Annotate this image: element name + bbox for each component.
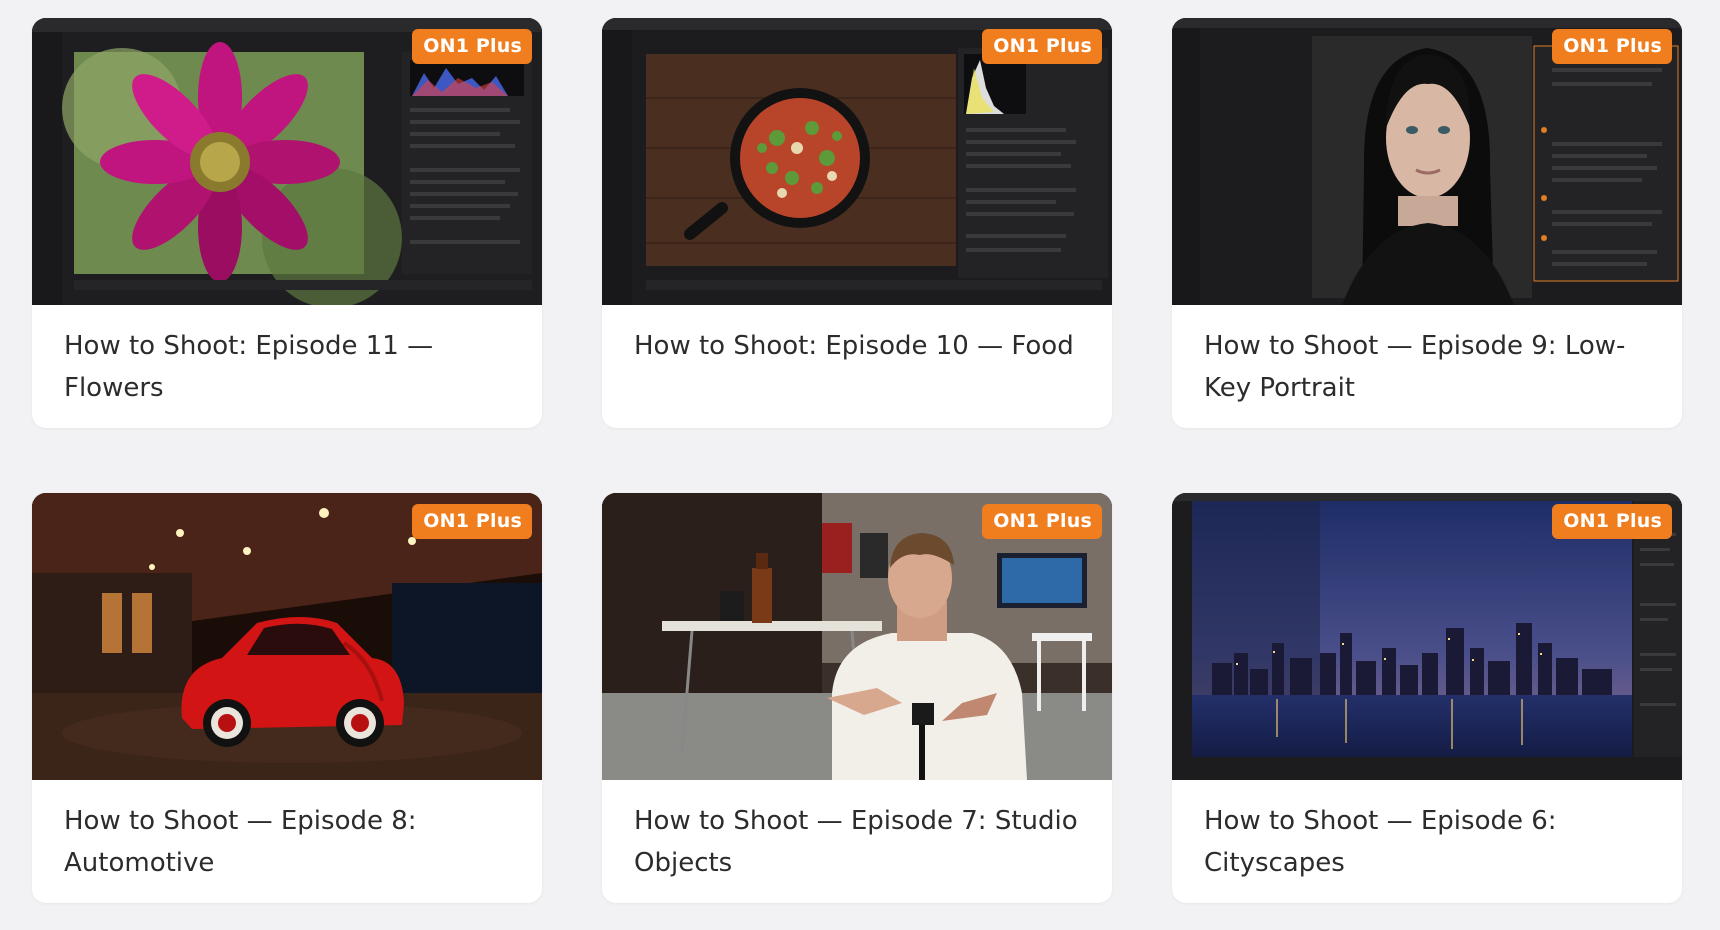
red-car-thumbnail[interactable]: ON1 Plus <box>32 493 542 780</box>
episode-card-8[interactable]: ON1 Plus How to Shoot — Episode 8: Autom… <box>32 493 542 903</box>
on1-plus-badge: ON1 Plus <box>1552 504 1672 539</box>
episode-card-7[interactable]: ON1 Plus How to Shoot — Episode 7: Studi… <box>602 493 1112 903</box>
episode-card-9[interactable]: ON1 Plus How to Shoot — Episode 9: Low-K… <box>1172 18 1682 428</box>
episode-title[interactable]: How to Shoot — Episode 9: Low-Key Portra… <box>1172 305 1682 409</box>
episode-card-10[interactable]: ON1 Plus How to Shoot: Episode 10 — Food <box>602 18 1112 428</box>
episode-title[interactable]: How to Shoot: Episode 11 — Flowers <box>32 305 542 409</box>
episode-grid: ON1 Plus How to Shoot: Episode 11 — Flow… <box>32 18 1682 903</box>
food-skillet-thumbnail[interactable]: ON1 Plus <box>602 18 1112 305</box>
episode-title[interactable]: How to Shoot: Episode 10 — Food <box>602 305 1112 367</box>
episode-title[interactable]: How to Shoot — Episode 7: Studio Objects <box>602 780 1112 884</box>
episode-card-11[interactable]: ON1 Plus How to Shoot: Episode 11 — Flow… <box>32 18 542 428</box>
episode-title[interactable]: How to Shoot — Episode 8: Automotive <box>32 780 542 884</box>
on1-plus-badge: ON1 Plus <box>412 504 532 539</box>
flower-edit-thumbnail[interactable]: ON1 Plus <box>32 18 542 305</box>
episode-card-6[interactable]: ON1 Plus How to Shoot — Episode 6: Citys… <box>1172 493 1682 903</box>
episode-title[interactable]: How to Shoot — Episode 6: Cityscapes <box>1172 780 1682 884</box>
on1-plus-badge: ON1 Plus <box>1552 29 1672 64</box>
studio-host-thumbnail[interactable]: ON1 Plus <box>602 493 1112 780</box>
on1-plus-badge: ON1 Plus <box>412 29 532 64</box>
portrait-thumbnail[interactable]: ON1 Plus <box>1172 18 1682 305</box>
on1-plus-badge: ON1 Plus <box>982 504 1102 539</box>
on1-plus-badge: ON1 Plus <box>982 29 1102 64</box>
city-skyline-thumbnail[interactable]: ON1 Plus <box>1172 493 1682 780</box>
